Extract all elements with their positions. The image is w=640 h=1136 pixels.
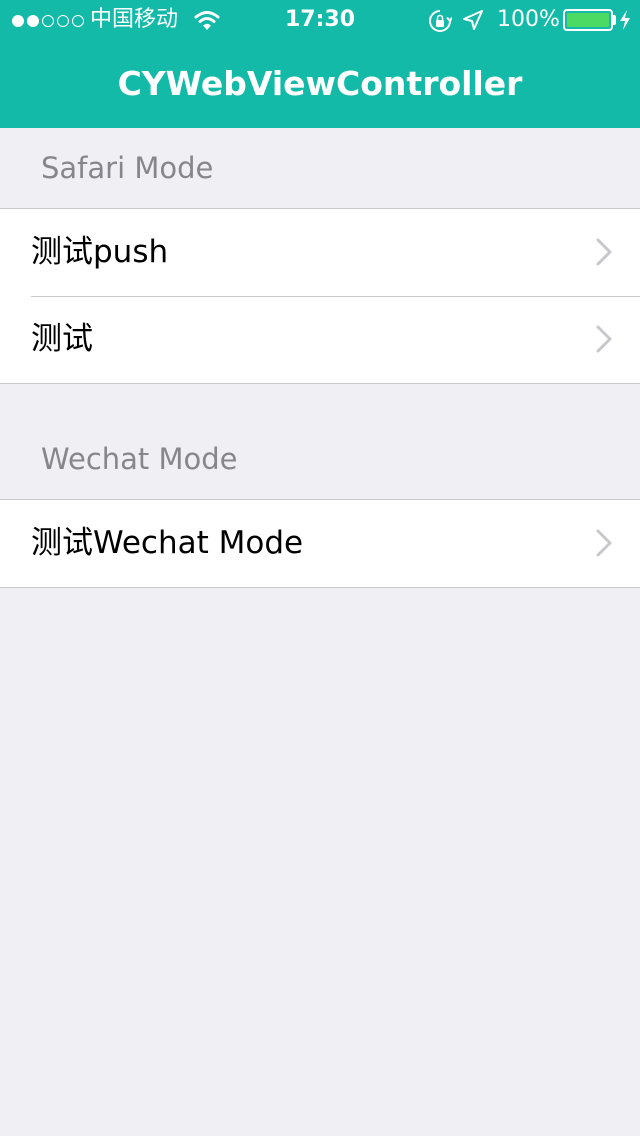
section-header-safari: Safari Mode <box>41 151 214 185</box>
charging-icon <box>620 10 630 30</box>
list-item-label: 测试Wechat Mode <box>31 525 304 561</box>
battery-percentage: 100% <box>497 7 560 32</box>
table-section-wechat: 测试Wechat Mode <box>0 499 640 588</box>
page-title: CYWebViewController <box>117 64 523 103</box>
chevron-right-icon <box>596 238 612 266</box>
battery-icon <box>563 9 613 31</box>
chevron-right-icon <box>596 325 612 353</box>
navigation-header: 中国移动 17:30 100% CYWebViewController <box>0 0 640 128</box>
list-item-test-wechat-mode[interactable]: 测试Wechat Mode <box>0 500 640 587</box>
battery-cap <box>613 15 616 25</box>
section-header-wechat: Wechat Mode <box>41 442 238 476</box>
list-item-test-push[interactable]: 测试push <box>0 209 640 296</box>
list-item-test[interactable]: 测试 <box>0 296 640 383</box>
chevron-right-icon <box>596 529 612 557</box>
battery-level-fill <box>567 13 609 27</box>
table-section-safari: 测试push 测试 <box>0 208 640 384</box>
location-icon <box>463 10 483 30</box>
orientation-lock-icon <box>429 10 452 32</box>
list-item-label: 测试 <box>31 321 93 357</box>
status-bar: 中国移动 17:30 100% <box>0 0 640 40</box>
list-item-label: 测试push <box>31 234 169 270</box>
